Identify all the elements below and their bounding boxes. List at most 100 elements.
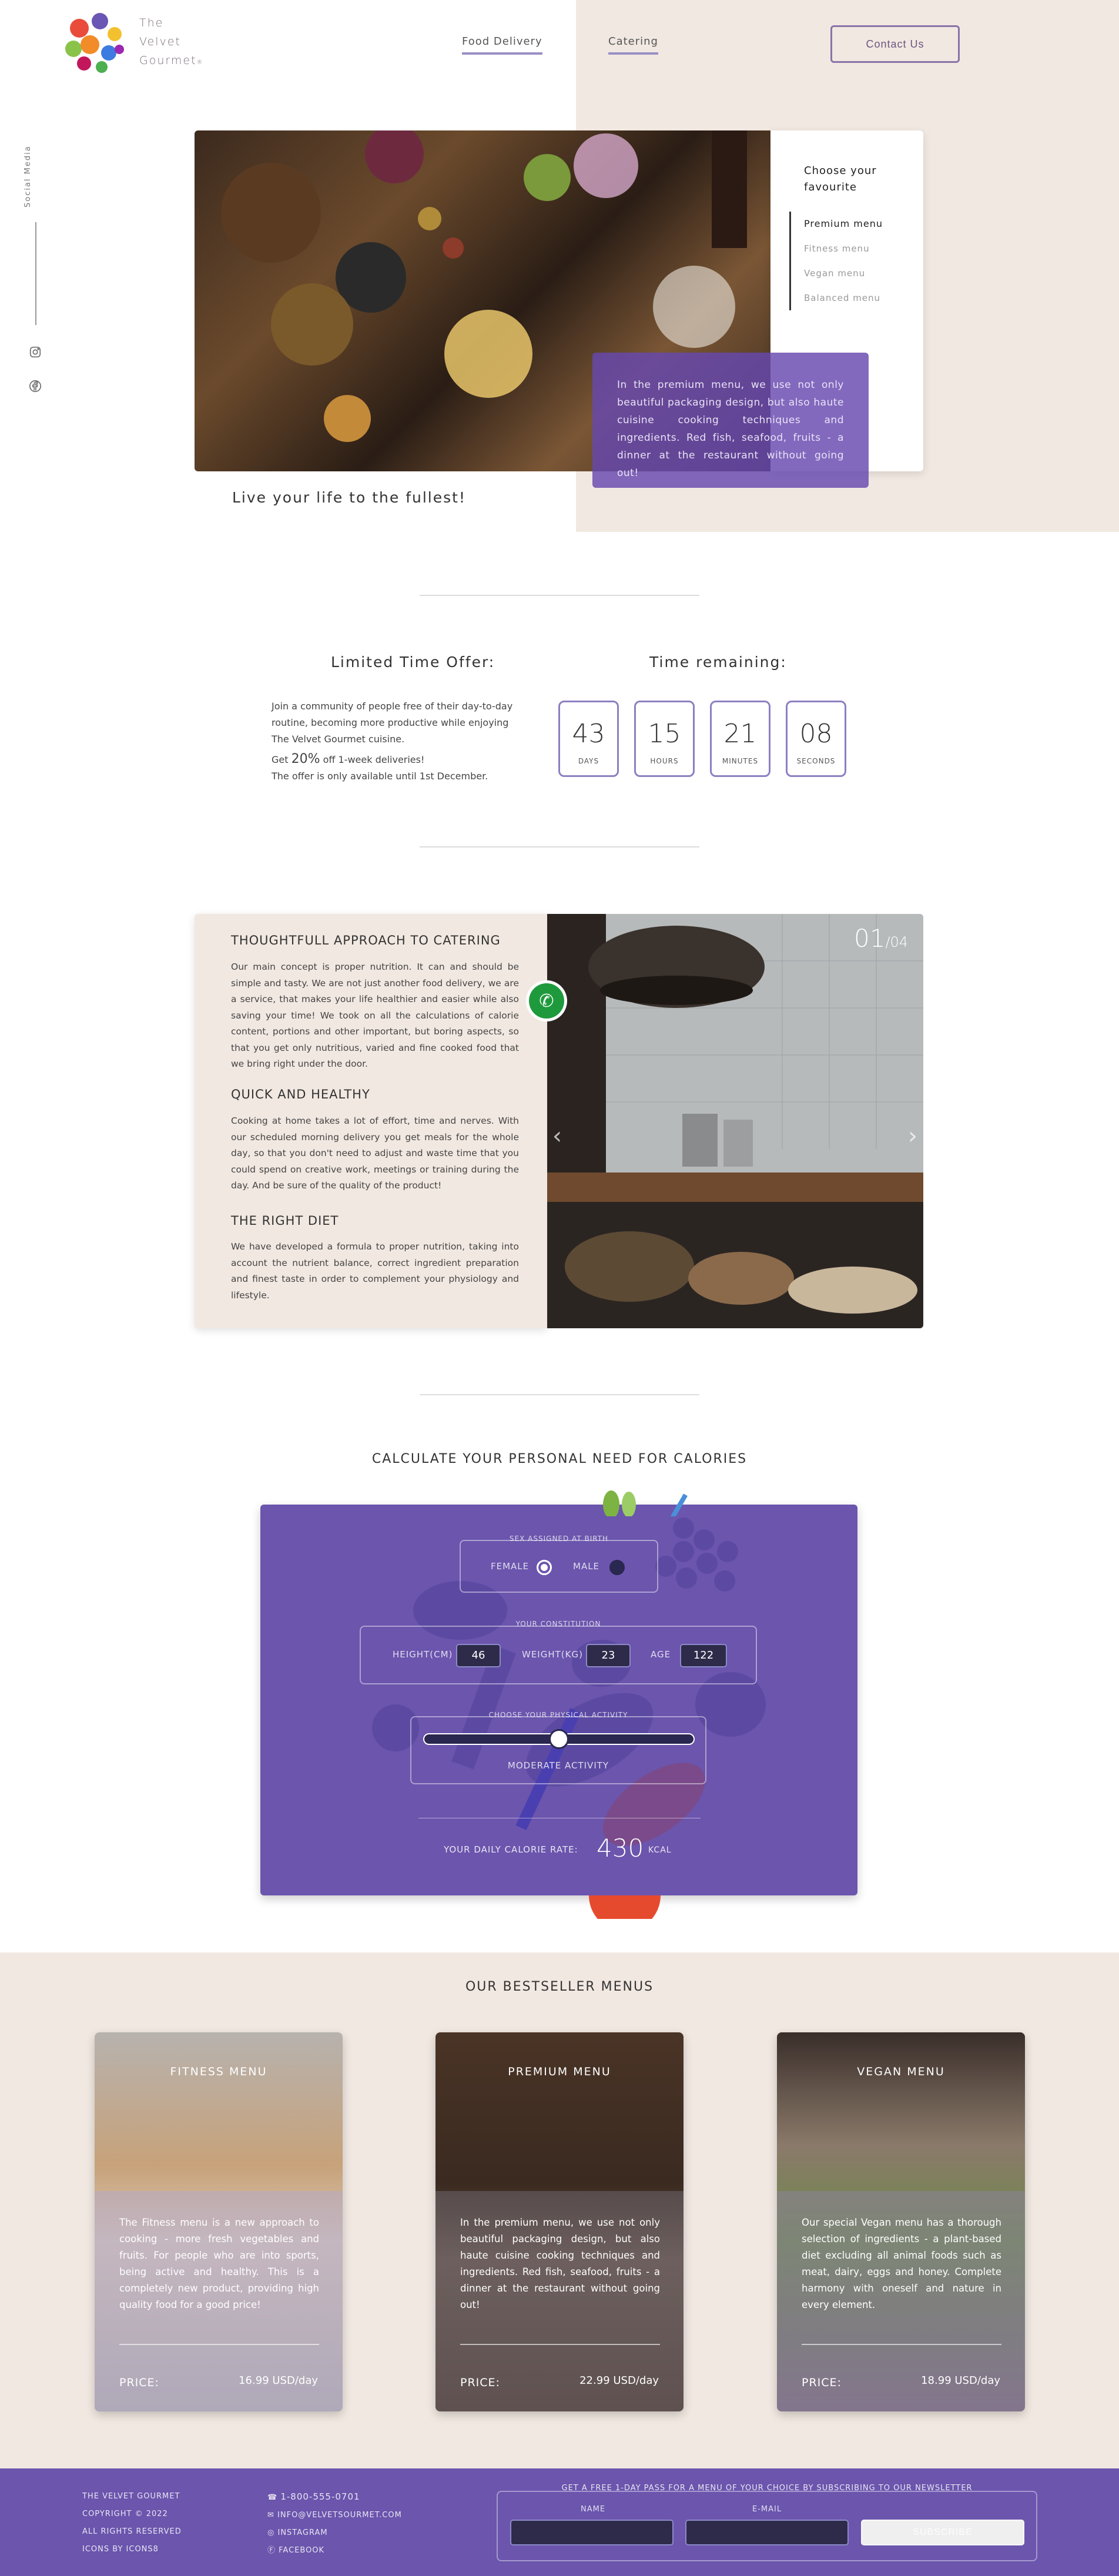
catering-text-3: We have developed a formula to proper nu… <box>231 1241 519 1301</box>
height-input[interactable]: 46 <box>456 1644 501 1667</box>
phone-icon: ✆ <box>529 983 564 1019</box>
menu-card-vegan[interactable]: Vegan menu Our special Vegan menu has a … <box>777 2032 1025 2411</box>
slide-total: /04 <box>885 934 909 950</box>
menu-tab-balanced[interactable]: Balanced menu <box>804 286 883 310</box>
brand-name: The Velvet Gourmet® <box>139 14 204 72</box>
footer-company-info: The Velvet Gourmet Copyright © 2022 All … <box>82 2488 182 2558</box>
menu-card-premium[interactable]: Premium menu In the premium menu, we use… <box>435 2032 684 2411</box>
slider-prev-arrow-icon[interactable]: ‹ <box>552 1123 562 1150</box>
calorie-rate-value: 430 <box>597 1834 644 1863</box>
footer-contacts: ☎ 1-800-555-0701 ✉ info@velvetsourmet.co… <box>267 2488 402 2560</box>
countdown-minutes: 21 Minutes <box>710 701 770 777</box>
newsletter-email-input[interactable] <box>685 2520 849 2545</box>
countdown-label: Seconds <box>796 757 836 765</box>
slider-next-arrow-icon[interactable]: › <box>908 1123 917 1150</box>
facebook-icon: ⓕ <box>267 2546 279 2555</box>
countdown-days: 43 Days <box>558 701 619 777</box>
activity-slider-thumb[interactable] <box>549 1729 569 1749</box>
menu-card-fitness[interactable]: Fitness menu The Fitness menu is a new a… <box>95 2032 343 2411</box>
countdown-value: 43 <box>572 719 605 749</box>
card-price-label: Price: <box>119 2376 159 2389</box>
instagram-icon: ◎ <box>267 2528 278 2537</box>
footer-phone[interactable]: ☎ 1-800-555-0701 <box>267 2488 402 2507</box>
height-label: Height(cm) <box>393 1649 453 1660</box>
facebook-link: Facebook <box>279 2546 325 2555</box>
offer-text: Join a community of people free of their… <box>272 701 513 745</box>
offer-discount: Get 20% off 1-week deliveries! <box>272 751 524 768</box>
countdown-label: Days <box>578 757 599 765</box>
menu-tab-fitness[interactable]: Fitness menu <box>804 236 883 261</box>
card-divider <box>119 2344 319 2345</box>
card-description: In the premium menu, we use not only bea… <box>460 2217 660 2310</box>
constitution-legend: Your constitution <box>515 1620 601 1628</box>
phone-number: 1-800-555-0701 <box>280 2491 360 2502</box>
countdown-hours: 15 Hours <box>634 701 695 777</box>
weight-label: Weight(kg) <box>522 1649 583 1660</box>
male-label: Male <box>573 1561 600 1572</box>
discount-value: 20% <box>291 752 320 766</box>
brand-line-1: The <box>139 16 164 29</box>
email-address: info@velvetsourmet.com <box>277 2511 402 2520</box>
logo-food-wreath-icon <box>60 9 128 77</box>
instagram-icon[interactable] <box>27 344 43 360</box>
slide-current: 01 <box>854 924 886 953</box>
kitchen-illustration <box>547 914 923 1328</box>
footer-copyright: Copyright © 2022 <box>82 2510 168 2518</box>
choose-favourite-title: Choose your favourite <box>804 165 877 193</box>
menu-description-panel: In the premium menu, we use not only bea… <box>592 353 869 488</box>
phone-icon: ☎ <box>267 2493 281 2502</box>
menu-selector-list: Premium menu Fitness menu Vegan menu Bal… <box>789 212 883 310</box>
page: The Velvet Gourmet® Food Delivery Cateri… <box>0 0 1119 2576</box>
footer-email[interactable]: ✉ info@velvetsourmet.com <box>267 2507 402 2524</box>
menu-tab-premium[interactable]: Premium menu <box>804 212 883 236</box>
countdown-title: Time remaining: <box>649 654 787 671</box>
age-label: Age <box>651 1649 671 1660</box>
tomato-decoration-icon <box>589 1895 661 1919</box>
menu-tab-vegan[interactable]: Vegan menu <box>804 261 883 286</box>
female-radio[interactable] <box>537 1560 552 1575</box>
card-price-label: Price: <box>802 2376 842 2389</box>
nav-catering[interactable]: Catering <box>608 35 658 55</box>
call-button[interactable]: ✆ <box>526 980 567 1021</box>
footer-company: The Velvet Gourmet <box>82 2492 180 2501</box>
catering-text-2: Cooking at home takes a lot of effort, t… <box>231 1116 519 1191</box>
calorie-rate-label: Your daily calorie rate: <box>444 1844 578 1855</box>
footer-rights: All rights reserved <box>82 2527 182 2536</box>
countdown-value: 15 <box>648 719 681 749</box>
male-radio[interactable] <box>609 1560 625 1575</box>
countdown-value: 21 <box>723 719 757 749</box>
countdown-seconds: 08 Seconds <box>786 701 846 777</box>
nav-food-delivery[interactable]: Food Delivery <box>462 35 542 55</box>
footer-facebook[interactable]: ⓕ Facebook <box>267 2542 402 2560</box>
social-media-label: Social Media <box>24 145 32 207</box>
brand-logo[interactable]: The Velvet Gourmet® <box>56 5 209 81</box>
card-title: Premium menu <box>508 2065 611 2078</box>
brand-line-3: Gourmet <box>139 54 197 67</box>
card-description: Our special Vegan menu has a thorough se… <box>802 2217 1001 2310</box>
contact-us-button[interactable]: Contact Us <box>830 25 960 63</box>
catering-heading-1: Thoughtfull approach to catering <box>231 933 501 947</box>
hero-tagline: Live your life to the fullest! <box>232 489 466 506</box>
instagram-link: Instagram <box>277 2528 328 2537</box>
brand-line-2: Velvet <box>139 35 181 48</box>
registered-mark: ® <box>196 59 204 66</box>
calculator-title: Calculate your personal need for calorie… <box>371 1452 748 1466</box>
card-price-value: 18.99 USD/day <box>921 2374 1000 2387</box>
countdown-label: Minutes <box>722 757 759 765</box>
footer-icons-credit[interactable]: Icons by Icons8 <box>82 2541 182 2558</box>
card-price-value: 16.99 USD/day <box>239 2374 318 2387</box>
email-label: E-mail <box>752 2505 782 2514</box>
name-label: Name <box>581 2505 606 2514</box>
footer-instagram[interactable]: ◎ Instagram <box>267 2524 402 2542</box>
subscribe-button[interactable]: Subscribe <box>861 2520 1024 2545</box>
newsletter-name-input[interactable] <box>510 2520 674 2545</box>
age-input[interactable]: 122 <box>680 1644 727 1667</box>
bestsellers-title: Our bestseller menus <box>465 1979 654 1994</box>
offer-title: Limited Time Offer: <box>331 654 495 671</box>
newsletter-legend: Get a free 1-day pass for a menu of your… <box>561 2484 973 2493</box>
weight-input[interactable]: 23 <box>586 1644 631 1667</box>
discount-suffix: off 1-week deliveries! <box>320 754 425 765</box>
female-label: Female <box>491 1561 530 1572</box>
facebook-icon[interactable] <box>27 378 43 394</box>
catering-heading-2: Quick and healthy <box>231 1087 370 1101</box>
